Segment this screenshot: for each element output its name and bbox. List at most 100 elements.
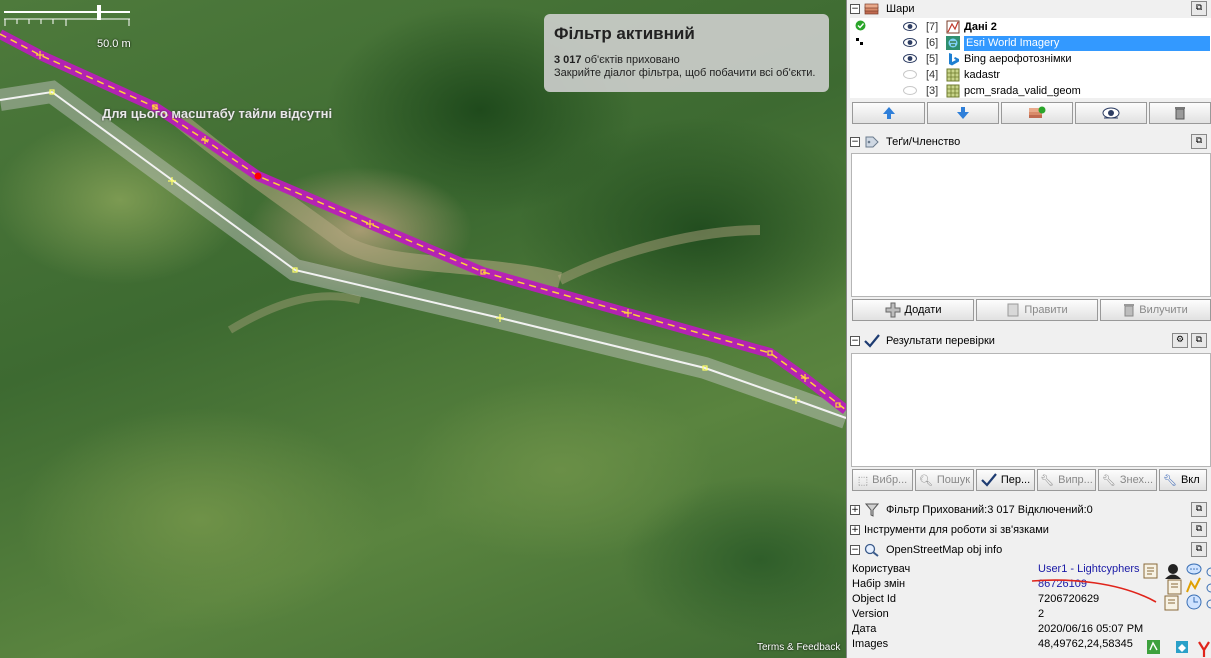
osm-info-panel-header[interactable]: − OpenStreetMap obj info ⧉	[850, 541, 1211, 559]
ignore-button[interactable]: 🔧︎ Знех...	[1098, 469, 1157, 491]
filter-notice-hint: Закрийте діалог фільтра, щоб побачити вс…	[554, 67, 816, 79]
filter-panel-title: Фільтр Прихований:3 017 Відключений:0	[886, 504, 1093, 516]
checkmark-icon	[981, 473, 997, 487]
move-up-button[interactable]	[852, 102, 925, 124]
copy-icon	[1167, 579, 1182, 595]
osm-info-panel-title: OpenStreetMap obj info	[886, 544, 1003, 556]
copy-icon	[1164, 595, 1179, 611]
layer-name: Bing аерофотознімки	[964, 52, 1072, 65]
osm-info-action-icons[interactable]	[1143, 562, 1211, 658]
toggle-visibility-button[interactable]	[1075, 102, 1147, 124]
trash-icon	[1124, 304, 1135, 317]
tags-table[interactable]	[851, 153, 1211, 297]
data-layer-icon	[946, 20, 960, 34]
wrench-icon: 🔧︎	[1101, 473, 1116, 487]
active-check-icon	[854, 20, 866, 34]
filter-active-notice: Фільтр активний 3 017 об'єктів приховано…	[544, 14, 829, 92]
tags-panel-header[interactable]: − Теґи/Членство ⧉	[850, 133, 1211, 151]
detach-icon[interactable]: ⧉	[1191, 502, 1207, 517]
hidden-count: 3 017	[554, 54, 582, 66]
validation-results-tree[interactable]	[851, 353, 1211, 467]
copy-icon	[1143, 563, 1158, 579]
dirt-road	[227, 292, 361, 334]
selected-node[interactable]	[254, 172, 262, 180]
eye-hidden-icon[interactable]	[902, 85, 918, 98]
layer-name: Дані 2	[964, 20, 997, 33]
detach-icon[interactable]: ⧉	[1191, 522, 1207, 537]
layer-row-6[interactable]: [6] Esri World Imagery	[850, 35, 1211, 51]
layer-row-3[interactable]: [3] pcm_srada_valid_geom	[850, 83, 1211, 99]
filter-panel-header[interactable]: + Фільтр Прихований:3 017 Відключений:0 …	[850, 501, 1211, 519]
dirt-road	[557, 225, 761, 285]
dirt-road	[174, 113, 562, 288]
collapse-icon[interactable]: −	[850, 137, 860, 147]
checkmark-icon	[864, 334, 880, 348]
delete-tag-button[interactable]: Вилучити	[1100, 299, 1211, 321]
select-button[interactable]: ⬚ Вибр...	[852, 469, 913, 491]
add-tag-button[interactable]: Додати	[852, 299, 974, 321]
eye-icon[interactable]	[902, 37, 918, 50]
relations-panel-header[interactable]: + Інструменти для роботи зі зв'язками ⧉	[850, 521, 1211, 539]
search-button[interactable]: 🔍︎ Пошук	[915, 469, 974, 491]
plus-icon	[885, 302, 901, 318]
filter-notice-title: Фільтр активний	[554, 24, 695, 43]
validation-toolbar: ⬚ Вибр... 🔍︎ Пошук Пер... 🔧︎ Випр... 🔧︎ Знех…	[852, 469, 1207, 491]
collapse-icon[interactable]: −	[850, 336, 860, 346]
map-icon	[1176, 641, 1188, 653]
grid-icon	[946, 68, 960, 82]
layer-row-5[interactable]: [5] Bing аерофотознімки	[850, 51, 1211, 67]
search-icon: 🔍︎	[918, 473, 933, 487]
layers-panel-header[interactable]: − Шари ⧉	[850, 0, 1211, 18]
tags-panel-title: Теґи/Членство	[886, 136, 961, 148]
collapse-icon[interactable]: −	[850, 4, 860, 14]
grid-icon	[946, 84, 960, 98]
activate-layer-button[interactable]	[1001, 102, 1073, 124]
trash-icon	[1175, 107, 1185, 120]
layers-check-icon	[1029, 106, 1046, 118]
layer-row-7[interactable]: [7] Дані 2	[850, 19, 1211, 35]
collapse-icon[interactable]: −	[850, 545, 860, 555]
detach-icon[interactable]: ⧉	[1191, 333, 1207, 348]
layers-panel-title: Шари	[886, 3, 915, 15]
layer-name: Esri World Imagery	[964, 35, 1210, 51]
detach-icon[interactable]: ⧉	[1191, 134, 1207, 149]
eye-icon[interactable]	[902, 53, 918, 66]
bing-icon	[946, 52, 960, 66]
map-view[interactable]: 50.0 m Для цього масштабу тайли відсутні…	[0, 0, 846, 658]
chart-icon	[1186, 577, 1201, 593]
tag-icon	[864, 135, 880, 149]
delete-layer-button[interactable]	[1149, 102, 1211, 124]
terms-feedback-link[interactable]: Terms & Feedback	[757, 642, 840, 653]
clock-icon	[1186, 594, 1202, 610]
layer-name: kadastr	[964, 68, 1001, 81]
enable-button[interactable]: 🔧︎ Вкл	[1159, 469, 1207, 491]
yandex-icon	[1198, 641, 1210, 657]
validate-button[interactable]: Пер...	[976, 469, 1035, 491]
eye-icon[interactable]	[902, 21, 918, 34]
layers-icon	[864, 2, 880, 16]
edit-icon	[1007, 303, 1019, 317]
layers-list[interactable]: [7] Дані 2 [6] Esri World Imagery [5] Bi…	[850, 18, 1211, 98]
tags-toolbar: Додати Правити Вилучити	[852, 299, 1211, 321]
map-overlay[interactable]	[0, 0, 846, 658]
tiles-missing-message: Для цього масштабу тайли відсутні	[102, 106, 333, 121]
layers-toolbar	[852, 102, 1211, 124]
extra-link-icons[interactable]	[1203, 564, 1211, 614]
settings-icon[interactable]: ⚙	[1172, 333, 1188, 348]
scale-label: 50.0 m	[97, 38, 131, 50]
select-icon: ⬚	[857, 473, 869, 487]
layer-row-4[interactable]: [4] kadastr	[850, 67, 1211, 83]
user-link[interactable]: User1 - Lightcyphers	[1038, 563, 1140, 575]
validation-panel-title: Результати перевірки	[886, 335, 995, 347]
search-icon	[864, 543, 880, 557]
eye-hidden-icon[interactable]	[902, 69, 918, 82]
fix-button[interactable]: 🔧︎ Випр...	[1037, 469, 1096, 491]
validation-panel-header[interactable]: − Результати перевірки ⚙ ⧉	[850, 332, 1211, 350]
detach-icon[interactable]: ⧉	[1191, 542, 1207, 557]
edit-tag-button[interactable]: Правити	[976, 299, 1098, 321]
expand-icon[interactable]: +	[850, 505, 860, 515]
layer-name: pcm_srada_valid_geom	[964, 84, 1081, 97]
expand-icon[interactable]: +	[850, 525, 860, 535]
detach-icon[interactable]: ⧉	[1191, 1, 1207, 16]
move-down-button[interactable]	[927, 102, 999, 124]
